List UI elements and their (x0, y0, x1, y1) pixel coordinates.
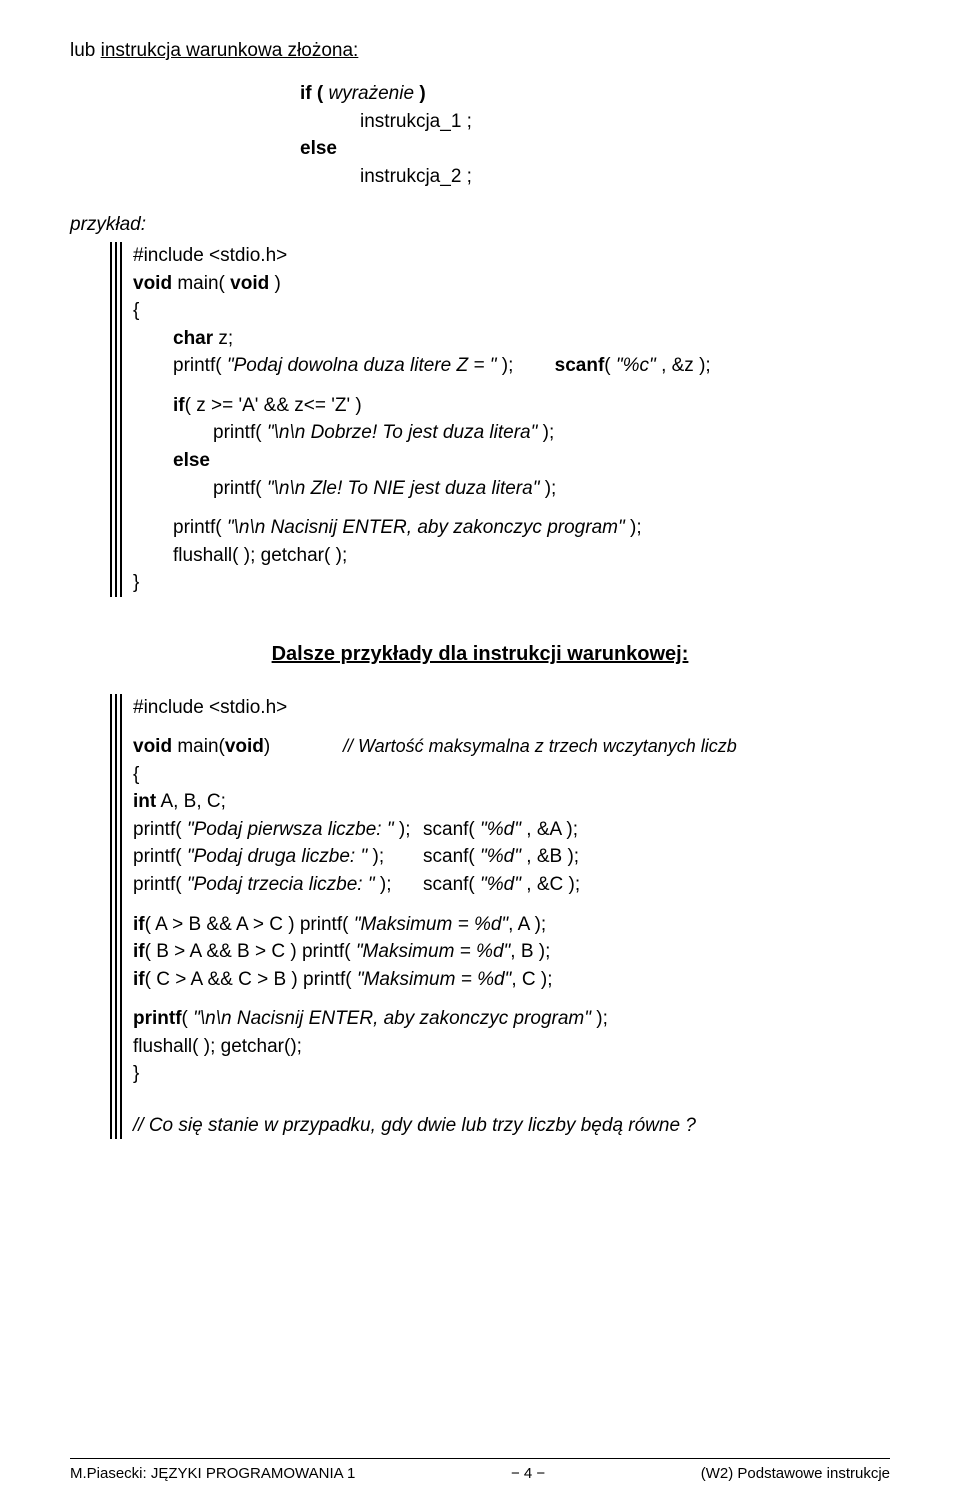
footer-center: − 4 − (511, 1465, 545, 1482)
syntax-line-1: if ( wyrażenie ) (300, 80, 890, 108)
code-rails (110, 694, 125, 1140)
syntax-block: if ( wyrażenie ) instrukcja_1 ; else ins… (300, 80, 890, 190)
code-rails (110, 242, 125, 597)
section-heading: Dalsze przykłady dla instrukcji warunkow… (70, 643, 890, 666)
rail (115, 694, 117, 1140)
syntax-paren: ) (414, 83, 426, 104)
comment: // Wartość maksymalna z trzech wczytanyc… (343, 733, 737, 761)
page: lub instrukcja warunkowa złożona: if ( w… (0, 0, 960, 1512)
syntax-line-4: instrukcja_2 ; (300, 163, 890, 191)
code-block-2: #include <stdio.h> void main(void) // Wa… (110, 694, 890, 1140)
code-line: flushall( ); getchar( ); (133, 542, 711, 570)
kw-if: if ( (300, 83, 329, 104)
code-line: printf( "Podaj trzecia liczbe: " ); scan… (133, 871, 737, 899)
code-line: #include <stdio.h> (133, 242, 711, 270)
code-line: printf( "\n\n Nacisnij ENTER, aby zakonc… (133, 1005, 737, 1033)
code-line: else (133, 447, 711, 475)
intro-underlined: instrukcja warunkowa złożona: (101, 40, 359, 61)
code-line: printf( "\n\n Nacisnij ENTER, aby zakonc… (133, 514, 711, 542)
code-line: printf( "Podaj dowolna duza litere Z = "… (133, 352, 711, 380)
code-line: printf( "Podaj pierwsza liczbe: " ); sca… (133, 816, 737, 844)
code-line: void main( void ) (133, 270, 711, 298)
footer-right: (W2) Podstawowe instrukcje (701, 1465, 890, 1482)
code-body-2: #include <stdio.h> void main(void) // Wa… (133, 694, 737, 1140)
footer-row: M.Piasecki: JĘZYKI PROGRAMOWANIA 1 − 4 −… (70, 1465, 890, 1482)
rail (120, 694, 122, 1140)
syntax-expr: wyrażenie (329, 83, 415, 104)
page-footer: M.Piasecki: JĘZYKI PROGRAMOWANIA 1 − 4 −… (70, 1458, 890, 1482)
code-line: #include <stdio.h> (133, 694, 737, 722)
code-line: if( z >= 'A' && z<= 'Z' ) (133, 392, 711, 420)
rail (110, 242, 112, 597)
code-block-1: #include <stdio.h> void main( void ) { c… (110, 242, 890, 597)
code-line: char z; (133, 325, 711, 353)
rail (120, 242, 122, 597)
code-line: } (133, 569, 711, 597)
syntax-line-2: instrukcja_1 ; (300, 108, 890, 136)
rail (110, 694, 112, 1140)
code-line: printf( "\n\n Dobrze! To jest duza liter… (133, 419, 711, 447)
code-line: { (133, 761, 737, 789)
footer-rule (70, 1458, 890, 1459)
code-line: void main(void) // Wartość maksymalna z … (133, 733, 737, 761)
bottom-comment: // Co się stanie w przypadku, gdy dwie l… (133, 1112, 737, 1140)
code-line: flushall( ); getchar(); (133, 1033, 737, 1061)
intro-line: lub instrukcja warunkowa złożona: (70, 40, 890, 62)
code-line: int A, B, C; (133, 788, 737, 816)
code-line: if( B > A && B > C ) printf( "Maksimum =… (133, 938, 737, 966)
syntax-line-3: else (300, 135, 890, 163)
footer-left: M.Piasecki: JĘZYKI PROGRAMOWANIA 1 (70, 1465, 355, 1482)
code-body-1: #include <stdio.h> void main( void ) { c… (133, 242, 711, 597)
intro-prefix: lub (70, 40, 101, 61)
code-line: if( C > A && C > B ) printf( "Maksimum =… (133, 966, 737, 994)
code-line: } (133, 1060, 737, 1088)
code-line: printf( "Podaj druga liczbe: " ); scanf(… (133, 843, 737, 871)
rail (115, 242, 117, 597)
code-line: if( A > B && A > C ) printf( "Maksimum =… (133, 911, 737, 939)
example-label: przykład: (70, 214, 890, 236)
code-line: printf( "\n\n Zle! To NIE jest duza lite… (133, 475, 711, 503)
scanf-call: scanf( "%c" , &z ); (555, 352, 711, 380)
code-line: { (133, 297, 711, 325)
